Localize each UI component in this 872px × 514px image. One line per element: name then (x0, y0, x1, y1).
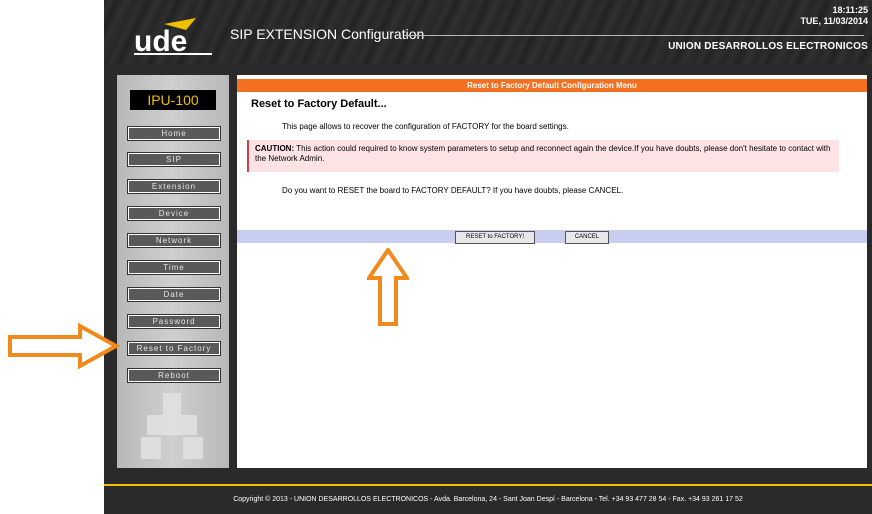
decoration-block (141, 437, 161, 459)
time-text: 18:11:25 (832, 5, 868, 15)
sidebar: IPU-100 Home SIP Extension Device Networ… (117, 75, 229, 468)
title-divider (404, 35, 864, 36)
footer: Copyright © 2013 - UNION DESARROLLOS ELE… (233, 496, 743, 503)
sidebar-item-time[interactable]: Time (127, 260, 221, 275)
sidebar-item-password[interactable]: Password (127, 314, 221, 329)
caution-text: This action could required to know syste… (255, 144, 831, 163)
reset-to-factory-button[interactable]: RESET to FACTORY! (455, 231, 535, 244)
company-name: UNION DESARROLLOS ELECTRONICOS (668, 41, 868, 52)
sidebar-item-reset-to-factory[interactable]: Reset to Factory (127, 341, 221, 356)
button-bar: RESET to FACTORY! CANCEL (237, 230, 867, 244)
sidebar-item-date[interactable]: Date (127, 287, 221, 302)
main-content: Reset to Factory Default Configuration M… (237, 75, 867, 468)
decoration-block (147, 415, 197, 435)
confirm-question: Do you want to RESET the board to FACTOR… (282, 186, 624, 195)
arrow-right-icon (8, 323, 120, 369)
header: ude SIP EXTENSION Configuration 18:11:25… (104, 0, 872, 64)
caution-box: CAUTION: This action could required to k… (247, 140, 839, 172)
sidebar-item-network[interactable]: Network (127, 233, 221, 248)
svg-text:ude: ude (134, 25, 187, 56)
page-title: Reset to Factory Default... (251, 98, 387, 110)
device-name: IPU-100 (130, 90, 216, 110)
sidebar-item-home[interactable]: Home (127, 126, 221, 141)
decoration-block (183, 437, 203, 459)
clock: 18:11:25 TUE, 11/03/2014 (800, 5, 868, 27)
decoration-block (163, 393, 181, 415)
menu-title-bar: Reset to Factory Default Configuration M… (237, 79, 867, 92)
description-text: This page allows to recover the configur… (282, 122, 569, 131)
app-title: SIP EXTENSION Configuration (230, 26, 425, 42)
footer-divider (104, 484, 872, 486)
app-frame: ude SIP EXTENSION Configuration 18:11:25… (104, 0, 872, 514)
sidebar-item-extension[interactable]: Extension (127, 179, 221, 194)
caution-label: CAUTION: (255, 144, 295, 153)
sidebar-item-reboot[interactable]: Reboot (127, 368, 221, 383)
date-text: TUE, 11/03/2014 (800, 16, 868, 26)
ude-logo: ude (134, 18, 212, 56)
arrow-up-icon (367, 248, 409, 326)
cancel-button[interactable]: CANCEL (565, 231, 609, 244)
sidebar-item-sip[interactable]: SIP (127, 152, 221, 167)
sidebar-item-device[interactable]: Device (127, 206, 221, 221)
